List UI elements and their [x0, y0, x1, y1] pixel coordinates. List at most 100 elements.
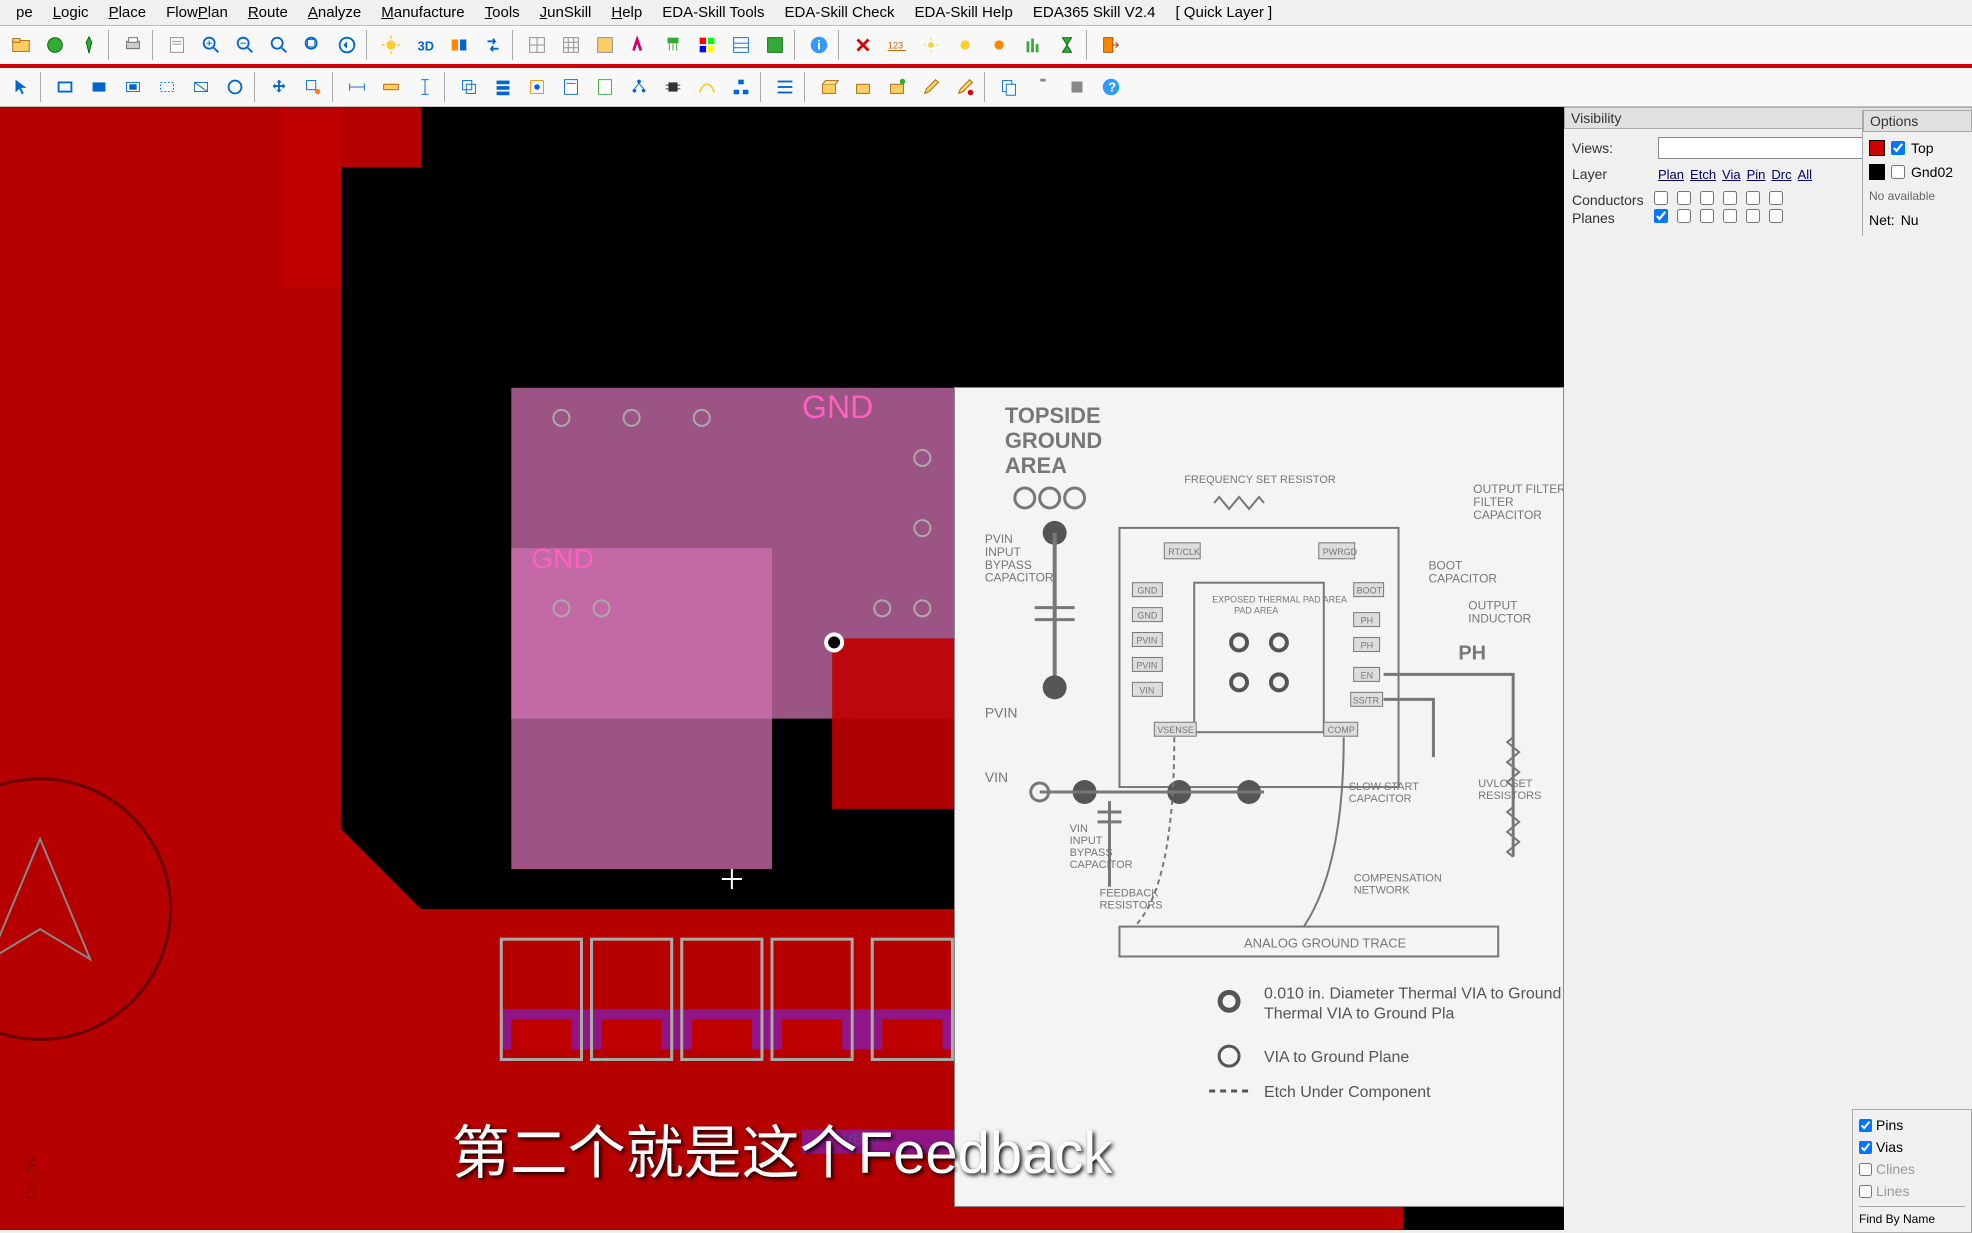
menu-junskill[interactable]: JunSkill [530, 4, 602, 21]
rect-fill-icon[interactable] [82, 70, 116, 104]
board-icon[interactable] [758, 28, 792, 62]
grid2-icon[interactable] [554, 28, 588, 62]
plane-pin-check[interactable] [1723, 209, 1737, 223]
stack3-icon[interactable] [520, 70, 554, 104]
hdr-all[interactable]: All [1798, 167, 1812, 182]
net-icon[interactable] [768, 70, 802, 104]
script2-icon[interactable] [588, 70, 622, 104]
swap-icon[interactable] [476, 28, 510, 62]
menu-logic[interactable]: Logic [43, 4, 99, 21]
zoom-previous-icon[interactable] [330, 28, 364, 62]
plane-drc-check[interactable] [1746, 209, 1760, 223]
menu-tools[interactable]: Tools [475, 4, 530, 21]
menu-flowplan[interactable]: FlowPlan [156, 4, 238, 21]
tree-icon[interactable] [622, 70, 656, 104]
sun2-icon[interactable] [948, 28, 982, 62]
rect5-icon[interactable] [184, 70, 218, 104]
menu-pe[interactable]: pe [6, 4, 43, 21]
hierarchy-icon[interactable] [724, 70, 758, 104]
move-icon[interactable] [262, 70, 296, 104]
bars-icon[interactable] [1016, 28, 1050, 62]
menu-eda-help[interactable]: EDA-Skill Help [905, 4, 1023, 21]
hdr-drc[interactable]: Drc [1771, 167, 1791, 182]
ruler-icon[interactable] [374, 70, 408, 104]
pcb-canvas[interactable]: GND GND GND GND SV_VBAT VBAT VBAT DC_5V [0, 107, 1564, 1230]
top-layer-check[interactable] [1891, 141, 1905, 155]
find-pins-check[interactable] [1859, 1119, 1872, 1132]
cond-plan-check[interactable] [1654, 191, 1668, 205]
plane-via-check[interactable] [1700, 209, 1714, 223]
edit-icon[interactable] [914, 70, 948, 104]
circle-icon[interactable] [218, 70, 252, 104]
find-vias-check[interactable] [1859, 1141, 1872, 1154]
find-lines-check[interactable] [1859, 1185, 1872, 1198]
flip-icon[interactable] [442, 28, 476, 62]
plane-plan-check[interactable] [1654, 209, 1668, 223]
hourglass-icon[interactable] [1050, 28, 1084, 62]
grid3-icon[interactable] [588, 28, 622, 62]
palette-icon[interactable] [690, 28, 724, 62]
stack1-icon[interactable] [452, 70, 486, 104]
box1-icon[interactable] [812, 70, 846, 104]
paste-icon[interactable] [1026, 70, 1060, 104]
stop-icon[interactable] [1060, 70, 1094, 104]
cond-etch-check[interactable] [1677, 191, 1691, 205]
zoom-out-icon[interactable] [228, 28, 262, 62]
3d-icon[interactable]: 3D [408, 28, 442, 62]
script-icon[interactable] [554, 70, 588, 104]
highlight-icon[interactable] [622, 28, 656, 62]
menu-quick-layer[interactable]: [ Quick Layer ] [1165, 4, 1282, 21]
drc-icon[interactable] [948, 70, 982, 104]
arrow-icon[interactable] [4, 70, 38, 104]
table-icon[interactable] [724, 28, 758, 62]
menu-route[interactable]: Route [238, 4, 298, 21]
stack2-icon[interactable] [486, 70, 520, 104]
gnd02-swatch[interactable] [1869, 164, 1885, 180]
save-icon[interactable] [38, 28, 72, 62]
menu-manufacture[interactable]: Manufacture [371, 4, 474, 21]
wire-icon[interactable] [690, 70, 724, 104]
zoom-in-icon[interactable] [194, 28, 228, 62]
brush-icon[interactable] [656, 28, 690, 62]
find-clines-check[interactable] [1859, 1163, 1872, 1176]
dim-h-icon[interactable] [340, 70, 374, 104]
hdr-etch[interactable]: Etch [1690, 167, 1716, 182]
grid-icon[interactable] [520, 28, 554, 62]
measure-icon[interactable]: 123 [880, 28, 914, 62]
chip-icon[interactable] [656, 70, 690, 104]
info-icon[interactable]: i [802, 28, 836, 62]
help-icon[interactable]: ? [1094, 70, 1128, 104]
dim-v-icon[interactable] [408, 70, 442, 104]
hdr-plan[interactable]: Plan [1658, 167, 1684, 182]
zoom-fit-icon[interactable] [262, 28, 296, 62]
menu-place[interactable]: Place [99, 4, 157, 21]
pin-icon[interactable] [72, 28, 106, 62]
rect-icon[interactable] [48, 70, 82, 104]
box3-icon[interactable] [880, 70, 914, 104]
menu-eda-tools[interactable]: EDA-Skill Tools [652, 4, 774, 21]
menu-analyze[interactable]: Analyze [298, 4, 371, 21]
rect4-icon[interactable] [150, 70, 184, 104]
sun3-icon[interactable] [982, 28, 1016, 62]
cond-all-check[interactable] [1769, 191, 1783, 205]
open-icon[interactable] [4, 28, 38, 62]
hdr-pin[interactable]: Pin [1747, 167, 1766, 182]
menu-help[interactable]: Help [601, 4, 652, 21]
cond-drc-check[interactable] [1746, 191, 1760, 205]
cond-via-check[interactable] [1700, 191, 1714, 205]
delete-icon[interactable] [846, 28, 880, 62]
menu-eda-check[interactable]: EDA-Skill Check [775, 4, 905, 21]
print-icon[interactable] [116, 28, 150, 62]
shape-edit-icon[interactable] [296, 70, 330, 104]
gnd02-layer-check[interactable] [1891, 165, 1905, 179]
top-swatch[interactable] [1869, 140, 1885, 156]
report-icon[interactable] [160, 28, 194, 62]
cond-pin-check[interactable] [1723, 191, 1737, 205]
hdr-via[interactable]: Via [1722, 167, 1741, 182]
copy-icon[interactable] [992, 70, 1026, 104]
box2-icon[interactable] [846, 70, 880, 104]
exit-icon[interactable] [1094, 28, 1128, 62]
rect3-icon[interactable] [116, 70, 150, 104]
sun-icon[interactable] [374, 28, 408, 62]
plane-etch-check[interactable] [1677, 209, 1691, 223]
